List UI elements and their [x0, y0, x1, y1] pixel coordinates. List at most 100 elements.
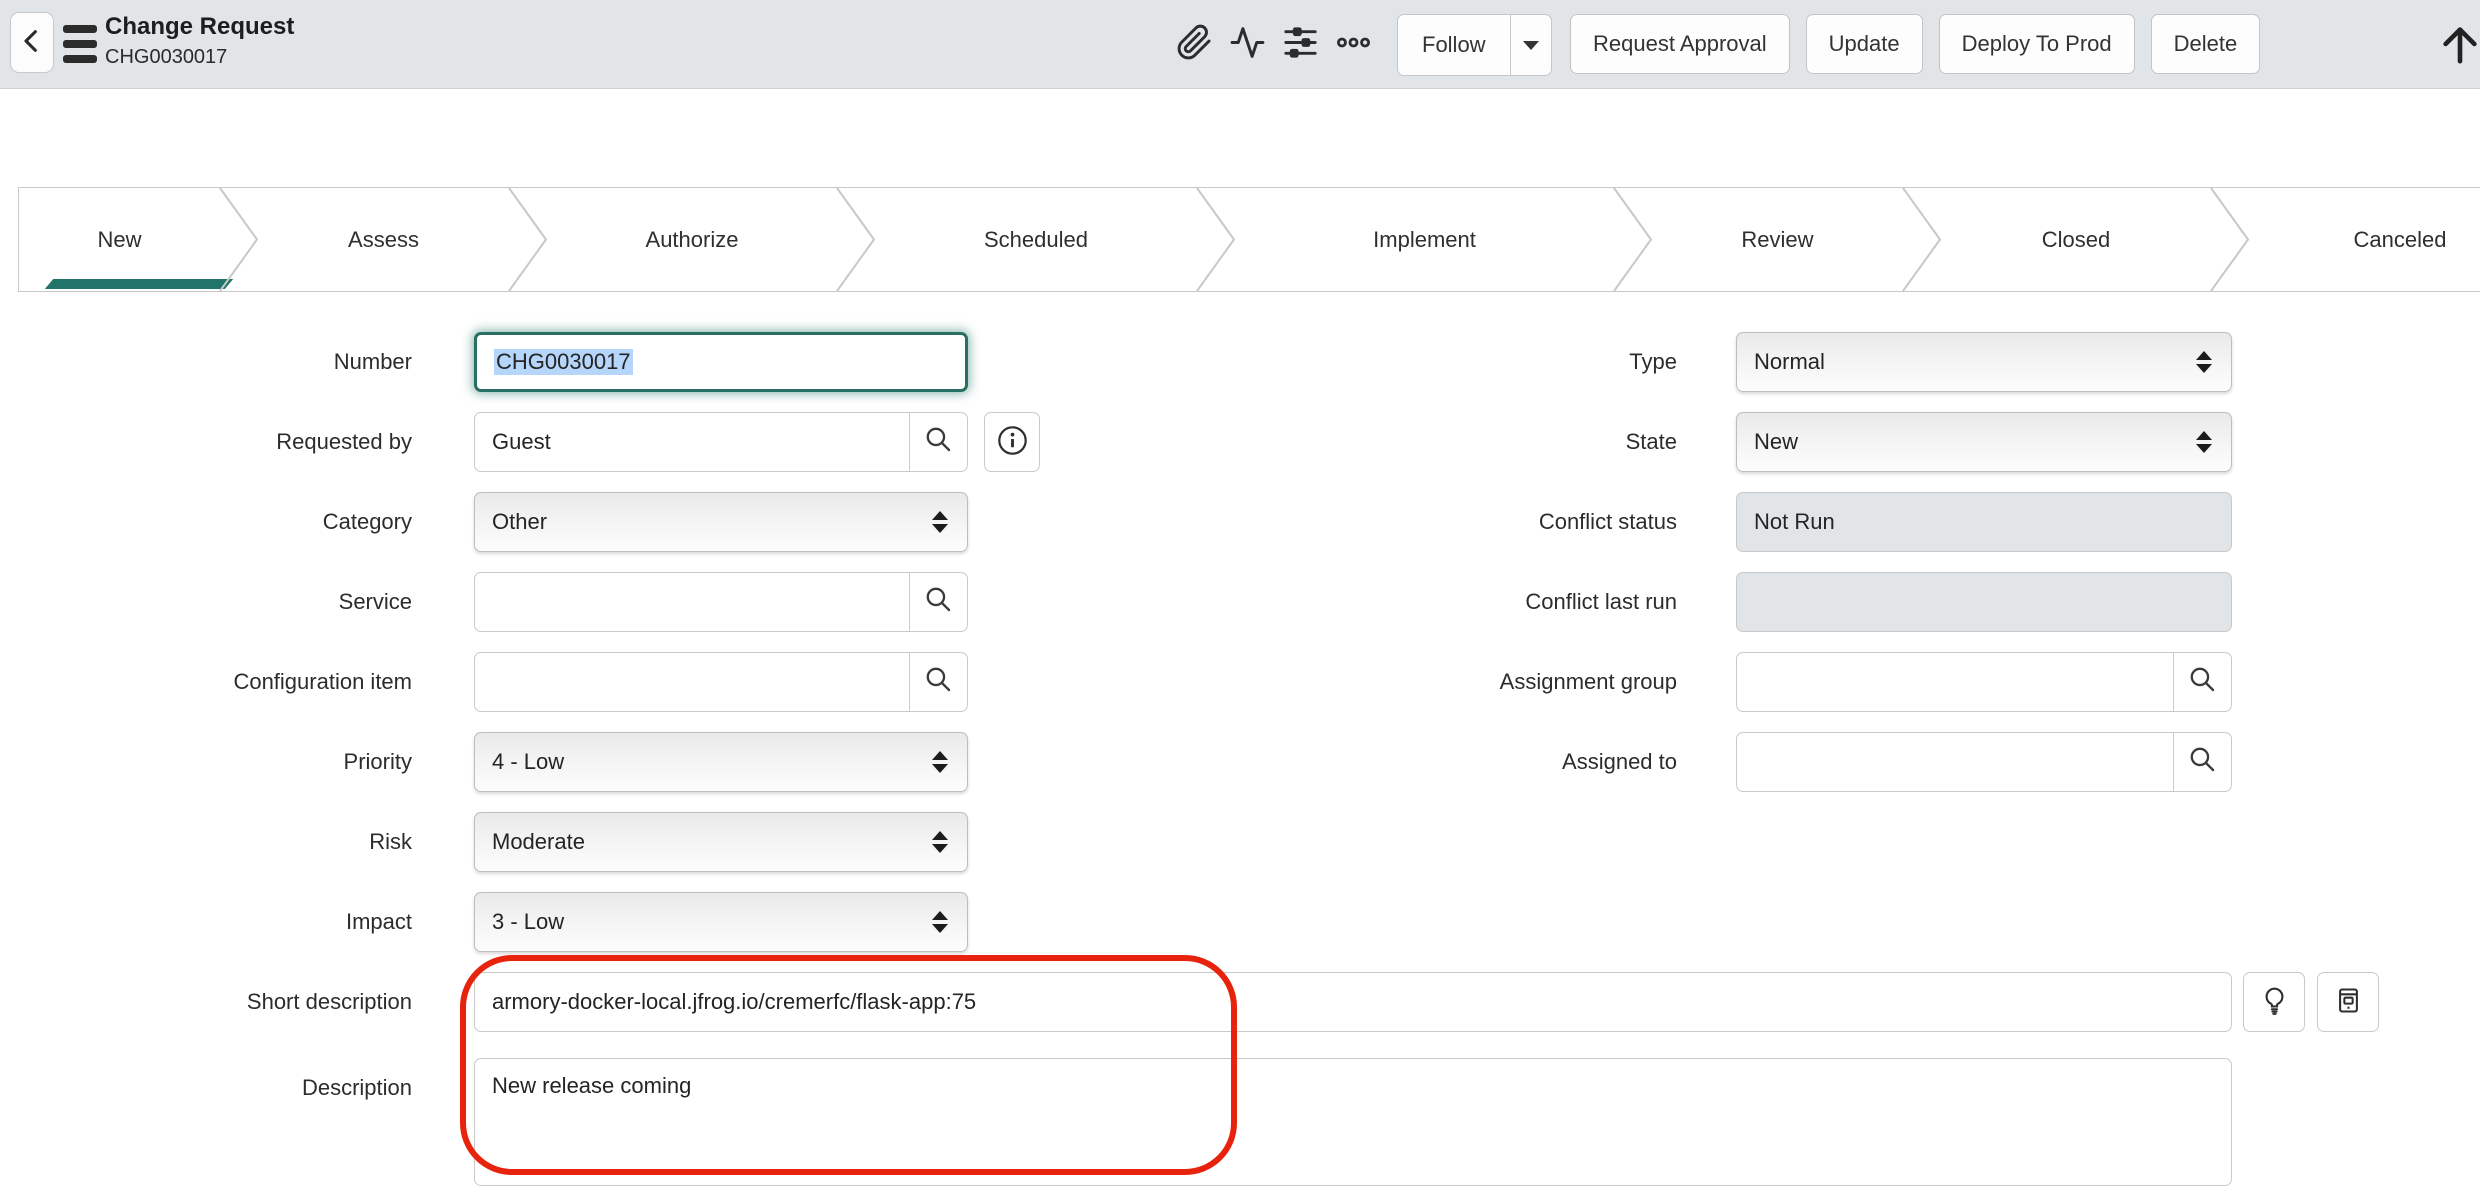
select-arrows-icon [932, 751, 948, 773]
type-label: Type [1300, 332, 1677, 392]
state-label: State [1300, 412, 1677, 472]
search-icon [2187, 744, 2218, 781]
stage-label: Scheduled [984, 227, 1088, 253]
search-icon [923, 664, 954, 701]
select-arrows-icon [2196, 431, 2212, 453]
stage-chevron-separator [2210, 188, 2249, 291]
description-value: New release coming [475, 1059, 2231, 1099]
change-request-form-page: Change Request CHG0030017 Follow Request… [0, 0, 2480, 1200]
stage-label: Implement [1373, 227, 1476, 253]
stage-chevron-separator [219, 188, 258, 291]
requested-by-label: Requested by [60, 412, 412, 472]
stage-authorize: Authorize [547, 188, 875, 291]
knowledge-book-icon [2333, 985, 2364, 1019]
chevron-left-icon [16, 25, 48, 60]
service-field[interactable] [474, 572, 968, 632]
scroll-to-top-button[interactable] [2440, 18, 2480, 72]
hamburger-menu-icon[interactable] [63, 25, 99, 63]
state-value: New [1737, 429, 2196, 455]
configuration-item-field[interactable] [474, 652, 968, 712]
requested-by-info-button[interactable] [984, 412, 1040, 472]
assignment-group-lookup-button[interactable] [2173, 653, 2231, 711]
knowledge-book-button[interactable] [2317, 972, 2379, 1032]
stage-label: Closed [2042, 227, 2110, 253]
title-block: Change Request CHG0030017 [105, 11, 294, 71]
type-select[interactable]: Normal [1736, 332, 2232, 392]
select-arrows-icon [932, 831, 948, 853]
back-button[interactable] [10, 12, 54, 73]
configuration-item-label: Configuration item [60, 652, 412, 712]
stage-chevron-separator [836, 188, 875, 291]
category-label: Category [60, 492, 412, 552]
header-action-buttons: Request Approval Update Deploy To Prod Dele… [1570, 14, 2260, 74]
lightbulb-icon [2259, 985, 2290, 1019]
service-label: Service [60, 572, 412, 632]
request-approval-button[interactable]: Request Approval [1570, 14, 1790, 74]
type-value: Normal [1737, 349, 2196, 375]
requested-by-field[interactable]: Guest [474, 412, 968, 472]
risk-label: Risk [60, 812, 412, 872]
assignment-group-field[interactable] [1736, 652, 2232, 712]
priority-label: Priority [60, 732, 412, 792]
delete-button[interactable]: Delete [2151, 14, 2261, 74]
impact-select[interactable]: 3 - Low [474, 892, 968, 952]
select-arrows-icon [932, 911, 948, 933]
chevron-down-icon [1523, 41, 1539, 50]
more-options-icon [1335, 24, 1372, 64]
deploy-to-prod-button[interactable]: Deploy To Prod [1939, 14, 2135, 74]
stage-chevron-separator [508, 188, 547, 291]
header-bar: Change Request CHG0030017 Follow Request… [0, 0, 2480, 89]
select-arrows-icon [932, 511, 948, 533]
requested-by-value: Guest [475, 429, 909, 455]
conflict-last-run-label: Conflict last run [1300, 572, 1677, 632]
search-icon [923, 584, 954, 621]
assignment-group-label: Assignment group [1300, 652, 1677, 712]
risk-select[interactable]: Moderate [474, 812, 968, 872]
follow-dropdown-button[interactable] [1510, 15, 1551, 75]
stage-label: Review [1741, 227, 1813, 253]
activity-stream-icon [1229, 24, 1266, 64]
stage-canceled: Canceled [2249, 188, 2480, 291]
more-options-button[interactable] [1334, 24, 1373, 64]
description-label: Description [60, 1058, 412, 1118]
stage-assess: Assess [258, 188, 547, 291]
activity-stream-button[interactable] [1228, 24, 1267, 64]
update-button[interactable]: Update [1806, 14, 1923, 74]
search-icon [2187, 664, 2218, 701]
assigned-to-lookup-button[interactable] [2173, 733, 2231, 791]
short-description-field[interactable]: armory-docker-local.jfrog.io/cremerfc/fl… [474, 972, 2232, 1032]
service-lookup-button[interactable] [909, 573, 967, 631]
stage-chevron-separator [1196, 188, 1235, 291]
priority-value: 4 - Low [475, 749, 932, 775]
requested-by-lookup-button[interactable] [909, 413, 967, 471]
lightbulb-button[interactable] [2243, 972, 2305, 1032]
stage-implement: Implement [1235, 188, 1652, 291]
risk-value: Moderate [475, 829, 932, 855]
active-stage-indicator [45, 279, 233, 289]
impact-label: Impact [60, 892, 412, 952]
conflict-status-field: Not Run [1736, 492, 2232, 552]
personalize-form-button[interactable] [1281, 24, 1320, 64]
page-title: Change Request [105, 11, 294, 43]
stage-label: Canceled [2354, 227, 2447, 253]
conflict-status-value: Not Run [1737, 509, 2231, 535]
attachment-icon [1176, 24, 1213, 64]
selected-text: CHG0030017 [494, 349, 633, 375]
stage-label: Assess [348, 227, 419, 253]
follow-button[interactable]: Follow [1398, 15, 1510, 75]
priority-select[interactable]: 4 - Low [474, 732, 968, 792]
follow-split-button: Follow [1397, 14, 1552, 76]
attachment-button[interactable] [1175, 24, 1214, 64]
header-icon-buttons [1175, 24, 1373, 64]
state-select[interactable]: New [1736, 412, 2232, 472]
stage-chevron-separator [1613, 188, 1652, 291]
description-field[interactable]: New release coming [474, 1058, 2232, 1186]
category-select[interactable]: Other [474, 492, 968, 552]
number-field[interactable]: CHG0030017 [474, 332, 968, 392]
stage-new: New [19, 188, 258, 291]
assigned-to-field[interactable] [1736, 732, 2232, 792]
stage-chevron-separator [1902, 188, 1941, 291]
stage-label: New [97, 227, 141, 253]
process-flow: New Assess Authorize Scheduled Implement Revi… [18, 187, 2480, 292]
configuration-item-lookup-button[interactable] [909, 653, 967, 711]
